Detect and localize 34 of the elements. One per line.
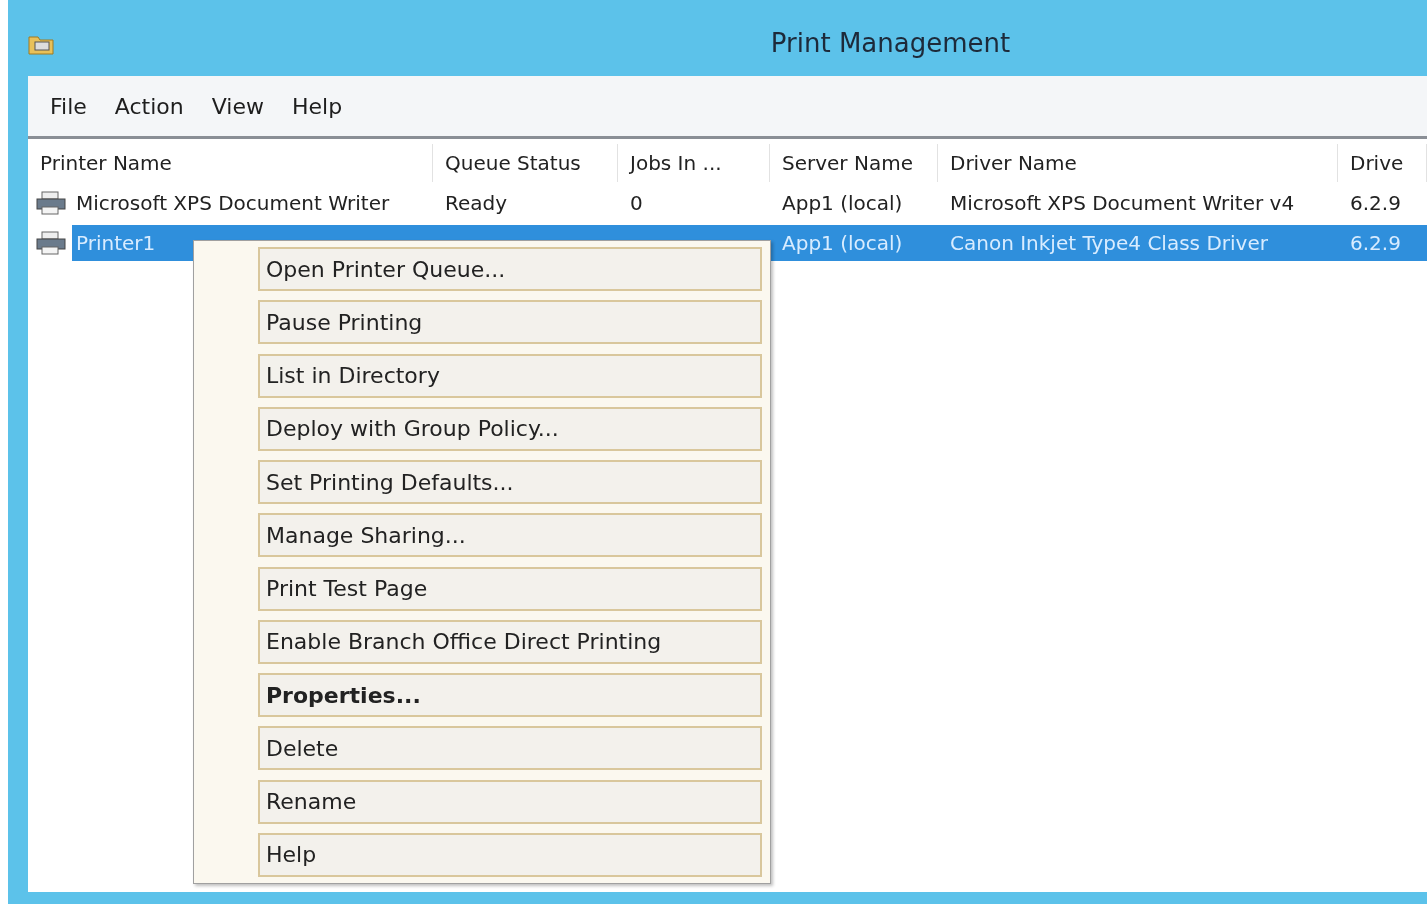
menu-item[interactable]: Action — [104, 89, 194, 123]
menu-option[interactable]: Enable Branch Office Direct Printing — [258, 619, 762, 664]
printer-name[interactable]: Microsoft XPS Document Writer — [72, 185, 433, 221]
column-header[interactable]: Driver Name — [938, 144, 1338, 182]
menu-option[interactable]: Set Printing Defaults... — [258, 460, 762, 505]
menu-item[interactable]: View — [201, 89, 274, 123]
table-cell: 6.2.9 — [1338, 225, 1427, 261]
menu-option[interactable]: Rename — [258, 779, 762, 824]
column-header[interactable]: Printer Name — [28, 144, 433, 182]
column-header[interactable]: Queue Status — [433, 144, 618, 182]
column-header[interactable]: Jobs In ... — [618, 144, 770, 182]
printer-icon — [36, 191, 66, 215]
menu-option[interactable]: Help — [258, 832, 762, 877]
table-cell: Canon Inkjet Type4 Class Driver — [938, 225, 1338, 261]
menu-option[interactable]: Pause Printing — [258, 300, 762, 345]
table-cell-text: 0 — [629, 190, 644, 217]
table-cell-text: Ready — [444, 190, 509, 217]
column-header[interactable]: Server Name — [770, 144, 938, 182]
table-cell-text: 6.2.9 — [1349, 190, 1402, 217]
printer-icon — [36, 231, 66, 255]
menu-option[interactable]: Delete — [258, 726, 762, 771]
menu-option[interactable]: List in Directory — [258, 353, 762, 398]
menu-option[interactable]: Print Test Page — [258, 566, 762, 611]
window-title: Print Management — [769, 28, 1012, 58]
table-cell-text: App1 (local) — [781, 190, 904, 217]
menu-option[interactable]: Properties... — [258, 673, 762, 718]
menu-option[interactable]: Deploy with Group Policy... — [258, 406, 762, 451]
menu-item[interactable]: Help — [281, 89, 353, 123]
menu-item[interactable]: File — [40, 89, 97, 123]
table-cell: App1 (local) — [770, 225, 938, 261]
table-cell-text: Microsoft XPS Document Writer v4 — [949, 190, 1296, 217]
menu-option[interactable]: Manage Sharing... — [258, 513, 762, 558]
menu-option[interactable]: Open Printer Queue... — [258, 247, 762, 291]
column-header[interactable]: Drive — [1338, 144, 1427, 182]
